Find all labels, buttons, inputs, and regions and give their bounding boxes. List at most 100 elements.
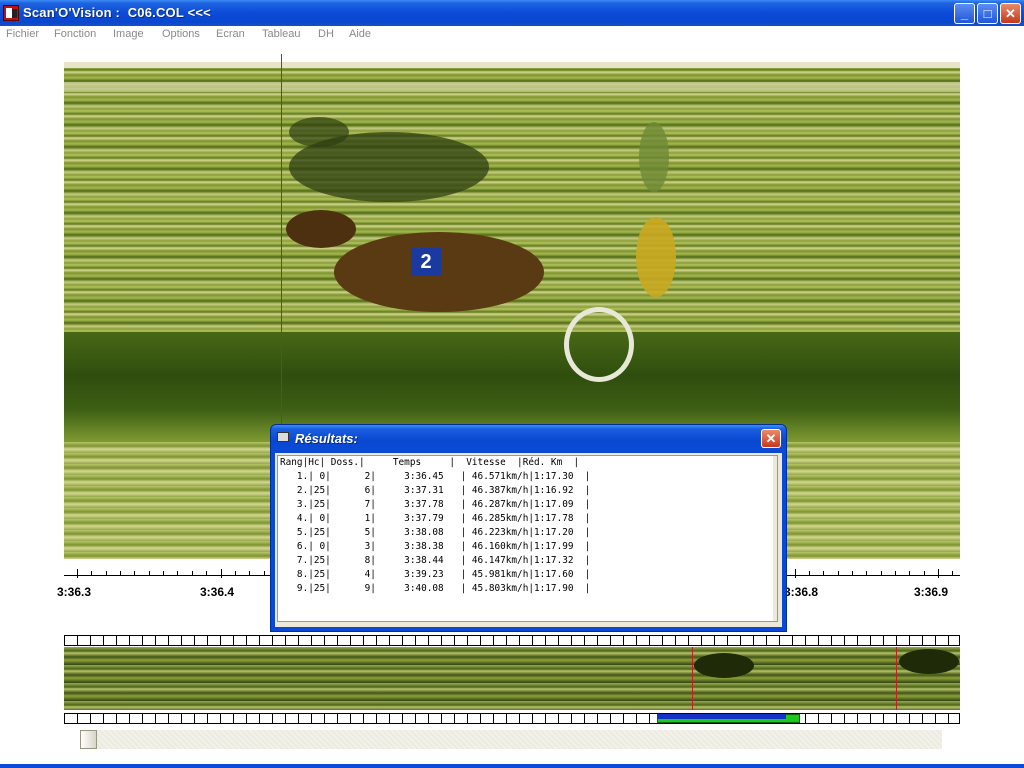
overview-marker[interactable] (692, 647, 693, 710)
strip-tick (467, 636, 468, 645)
result-row[interactable]: 2.|25| 6| 3:37.31 | 46.387km/h|1:16.92 | (278, 484, 777, 498)
results-dialog-body: Rang|Hc| Doss.| Temps | Vitesse |Réd. Km… (275, 453, 782, 627)
strip-tick (493, 636, 494, 645)
menu-tableau[interactable]: Tableau (262, 28, 301, 40)
overview-strip[interactable] (64, 647, 960, 710)
strip-tick (922, 636, 923, 645)
ruler-tick (206, 571, 208, 576)
ruler-tick (77, 569, 78, 578)
strip-tick (103, 636, 104, 645)
ruler-tick (880, 571, 882, 576)
strip-tick (272, 714, 273, 723)
results-close-button[interactable]: ✕ (761, 429, 781, 448)
strip-tick (935, 636, 936, 645)
strip-tick (857, 714, 858, 723)
horizontal-scrollbar[interactable] (80, 730, 942, 749)
driver (636, 217, 676, 297)
menu-options[interactable]: Options (162, 28, 200, 40)
ruler-tick (91, 571, 93, 576)
time-cursor[interactable] (281, 54, 282, 424)
strip-tick (818, 636, 819, 645)
selection-progress-bar (657, 714, 786, 719)
result-row[interactable]: 9.|25| 9| 3:40.08 | 45.803km/h|1:17.90 | (278, 582, 777, 596)
ruler-tick (923, 571, 925, 576)
strip-tick (493, 714, 494, 723)
result-row[interactable]: 3.|25| 7| 3:37.78 | 46.287km/h|1:17.09 | (278, 498, 777, 512)
strip-tick (363, 636, 364, 645)
result-row[interactable]: 8.|25| 4| 3:39.23 | 45.981km/h|1:17.60 | (278, 568, 777, 582)
strip-tick (233, 636, 234, 645)
menu-image[interactable]: Image (113, 28, 144, 40)
ruler-tick (823, 571, 825, 576)
strip-tick (948, 636, 949, 645)
minimize-button[interactable]: _ (954, 3, 975, 24)
strip-tick (233, 714, 234, 723)
ruler-tick (177, 571, 179, 576)
result-row[interactable]: 6.| 0| 3| 3:38.38 | 46.160km/h|1:17.99 | (278, 540, 777, 554)
strip-tick (389, 714, 390, 723)
menu-aide[interactable]: Aide (349, 28, 371, 40)
result-row[interactable]: 7.|25| 8| 3:38.44 | 46.147km/h|1:17.32 | (278, 554, 777, 568)
strip-tick (116, 636, 117, 645)
strip-tick (948, 714, 949, 723)
maximize-button[interactable]: □ (977, 3, 998, 24)
strip-tick (506, 636, 507, 645)
results-dialog-titlebar[interactable]: Résultats: ✕ (271, 425, 786, 451)
ruler-tick (163, 571, 165, 576)
app-icon[interactable] (3, 5, 19, 21)
printer-icon[interactable] (277, 432, 289, 442)
scrollbar-thumb[interactable] (80, 730, 97, 749)
overview-marker[interactable] (896, 647, 897, 710)
strip-tick (454, 636, 455, 645)
strip-tick (766, 636, 767, 645)
strip-tick (402, 714, 403, 723)
strip-tick (194, 714, 195, 723)
strip-tick (129, 714, 130, 723)
strip-tick (285, 636, 286, 645)
results-header: Rang|Hc| Doss.| Temps | Vitesse |Réd. Km… (280, 457, 580, 468)
strip-tick (77, 636, 78, 645)
menu-dh[interactable]: DH (318, 28, 334, 40)
strip-tick (298, 714, 299, 723)
result-row[interactable]: 4.| 0| 1| 3:37.79 | 46.285km/h|1:17.78 | (278, 512, 777, 526)
menu-fichier[interactable]: Fichier (6, 28, 39, 40)
strip-tick (259, 636, 260, 645)
strip-tick (350, 714, 351, 723)
strip-tick (571, 714, 572, 723)
strip-tick (155, 714, 156, 723)
ruler-label: 3:36.8 (784, 585, 819, 599)
strip-tick (350, 636, 351, 645)
strip-tick (480, 714, 481, 723)
results-scrollbar[interactable] (773, 456, 777, 621)
strip-tick (298, 636, 299, 645)
menu-fonction[interactable]: Fonction (54, 28, 96, 40)
result-row[interactable]: 1.| 0| 2| 3:36.45 | 46.571km/h|1:17.30 | (278, 470, 777, 484)
menu-ecran[interactable]: Ecran (216, 28, 245, 40)
ruler-tick (909, 571, 911, 576)
strip-tick (441, 714, 442, 723)
strip-tick (597, 714, 598, 723)
ruler-tick (249, 571, 251, 576)
strip-tick (285, 714, 286, 723)
strip-tick (662, 636, 663, 645)
strip-tick (129, 636, 130, 645)
strip-tick (337, 714, 338, 723)
title-bar: Scan'O'Vision : C06.COL <<< _ □ ✕ (0, 0, 1024, 26)
strip-tick (714, 636, 715, 645)
strip-tick (324, 636, 325, 645)
close-button[interactable]: ✕ (1000, 3, 1021, 24)
strip-tick (324, 714, 325, 723)
ruler-tick (808, 571, 810, 576)
ruler-tick (234, 571, 236, 576)
result-row[interactable]: 5.|25| 5| 3:38.08 | 46.223km/h|1:17.20 | (278, 526, 777, 540)
strip-tick (415, 714, 416, 723)
strip-tick (480, 636, 481, 645)
strip-tick (246, 636, 247, 645)
ruler-tick (938, 569, 939, 578)
strip-tick (831, 636, 832, 645)
strip-tick (116, 714, 117, 723)
strip-tick (415, 636, 416, 645)
strip-tick (597, 636, 598, 645)
results-list[interactable]: Rang|Hc| Doss.| Temps | Vitesse |Réd. Km… (277, 455, 778, 622)
strip-tick (558, 636, 559, 645)
